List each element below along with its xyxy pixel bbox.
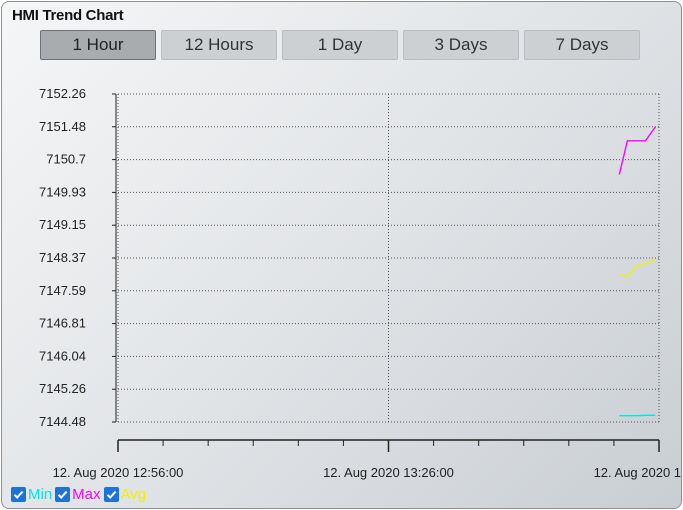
checkbox-avg[interactable] [103, 486, 119, 502]
legend-label-avg: Avg [120, 485, 147, 503]
y-tick-label: 7148.37 [39, 250, 86, 265]
trend-chart-panel: HMI Trend Chart 1 Hour 12 Hours 1 Day 3 … [1, 1, 682, 509]
y-tick-label: 7149.93 [39, 184, 86, 199]
legend-label-min: Min [28, 485, 53, 503]
series-line-avg [619, 259, 656, 278]
trend-chart-plot[interactable]: 7152.26 7151.48 7150.7 7149.93 7149.15 7148.3… [2, 2, 681, 482]
y-tick-label: 7146.04 [39, 348, 86, 363]
y-tick-label: 7149.15 [39, 217, 86, 232]
y-tick-label: 7152.26 [39, 86, 86, 101]
legend-item-max[interactable]: Max [55, 485, 101, 503]
y-tick-label: 7144.48 [39, 414, 86, 429]
x-tick-label: 12. Aug 2020 12:56:00 [53, 465, 184, 480]
legend-label-max: Max [72, 485, 101, 503]
legend-item-avg[interactable]: Avg [103, 485, 147, 503]
series-line-max [618, 126, 656, 175]
y-tick-label: 7150.7 [46, 152, 86, 167]
y-tick-label: 7147.59 [39, 283, 86, 298]
legend: Min Max Avg [11, 484, 149, 504]
legend-item-min[interactable]: Min [11, 486, 52, 503]
checkbox-min[interactable] [11, 486, 26, 502]
y-tick-label: 7145.26 [39, 381, 86, 396]
y-tick-label: 7151.48 [39, 119, 86, 134]
x-tick-label: 12. Aug 2020 13:26:00 [323, 465, 454, 480]
y-tick-label: 7146.81 [39, 316, 86, 331]
x-tick-label: 12. Aug 2020 13:56:00 [594, 465, 681, 480]
checkbox-max[interactable] [55, 486, 71, 502]
